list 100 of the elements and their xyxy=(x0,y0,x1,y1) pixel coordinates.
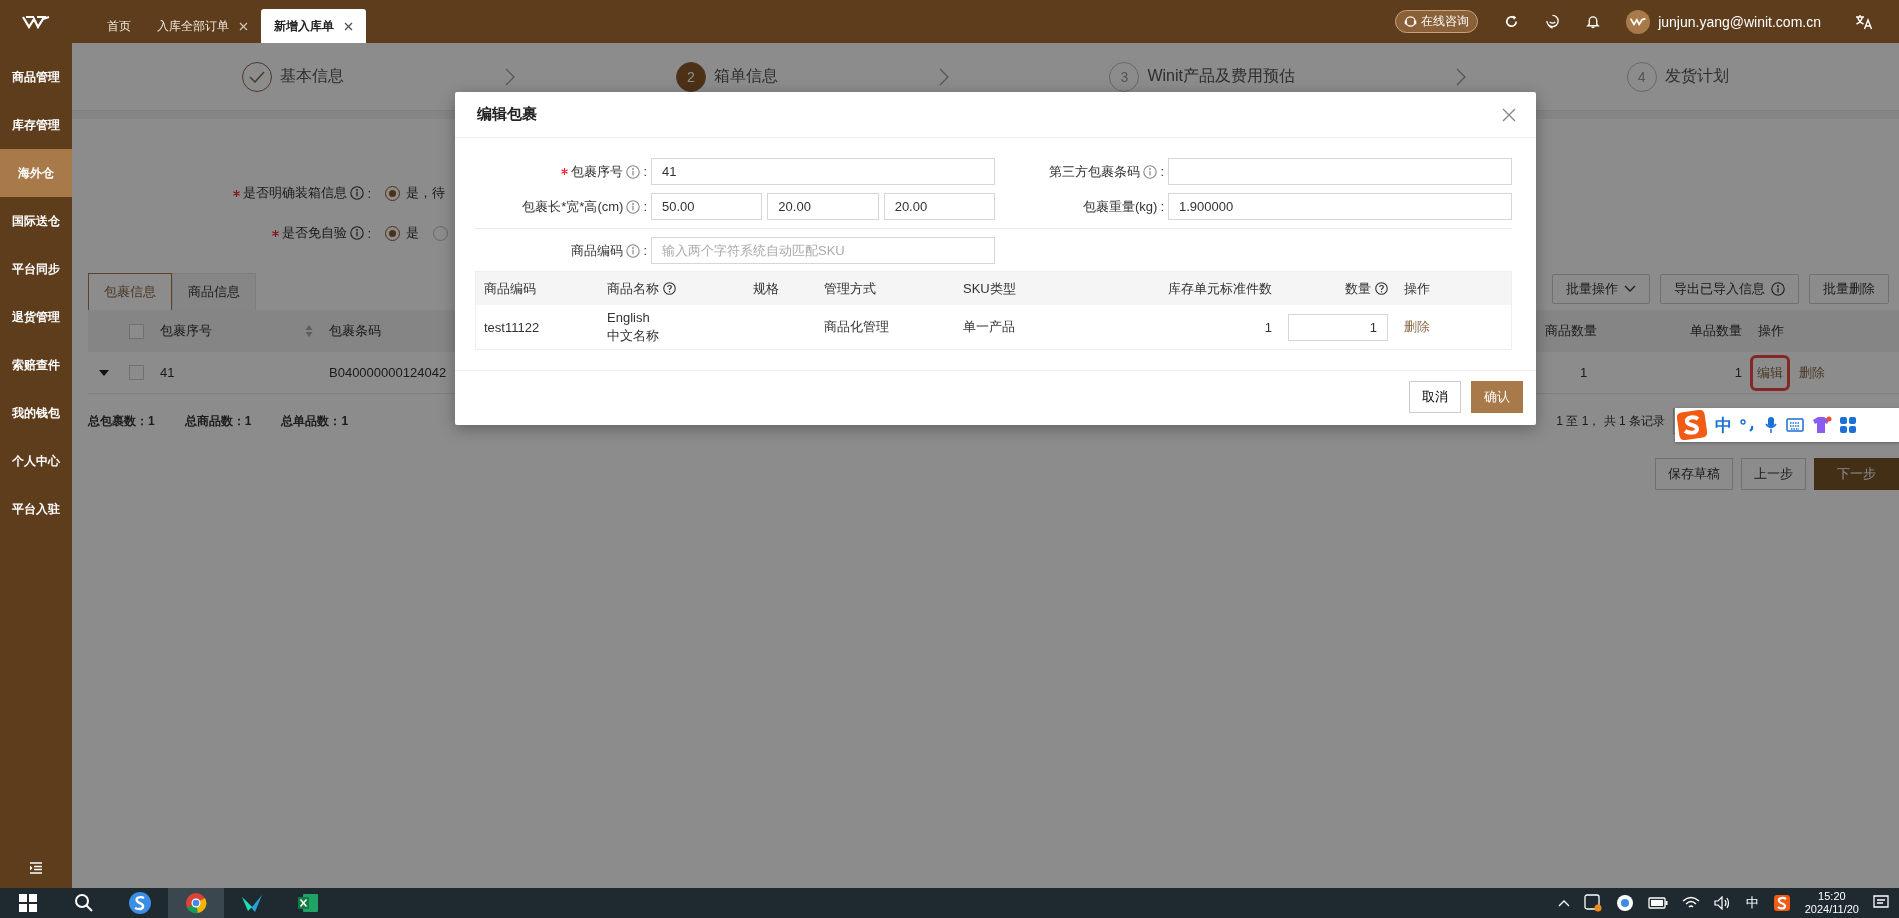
page-tab[interactable]: 入库全部订单 xyxy=(144,9,261,43)
browser-tray-icon[interactable] xyxy=(1615,894,1634,912)
field-label: 包裹长*宽*高(cm) xyxy=(522,197,624,216)
chevron-down-icon xyxy=(1624,285,1636,293)
table-cell-text: 1 xyxy=(1733,365,1743,380)
input-field[interactable]: 50.00 xyxy=(651,193,763,220)
column-header: 包裹条码 xyxy=(329,322,381,340)
chevron-up-icon[interactable] xyxy=(1557,899,1570,907)
pagination-info: 1 至 1， 共 1 条记录 xyxy=(1556,412,1665,430)
app-tray-icon[interactable] xyxy=(1583,894,1602,912)
content-tab[interactable]: 商品信息 xyxy=(172,273,256,310)
product-name: English xyxy=(607,309,651,325)
clock[interactable]: 15:20 2024/11/20 xyxy=(1804,890,1859,916)
chevron-right-icon xyxy=(1455,67,1466,86)
smiley-icon[interactable] xyxy=(1545,14,1561,29)
table-cell: test11122 xyxy=(484,319,540,335)
notification-icon[interactable] xyxy=(1873,895,1889,911)
column-header: 库存单元标准件数 xyxy=(1168,279,1272,298)
table-cell: 商品化管理 xyxy=(824,318,889,336)
input-field[interactable]: 20.00 xyxy=(883,193,995,220)
keyboard-icon[interactable] xyxy=(1786,418,1804,432)
user-email[interactable]: junjun.yang@winit.com.cn xyxy=(1658,13,1821,30)
close-icon[interactable] xyxy=(344,21,353,31)
input-field[interactable]: 41 xyxy=(651,158,995,185)
column-header: 数量 xyxy=(1345,279,1371,298)
quantity-field[interactable]: 1 xyxy=(1288,313,1388,341)
field-label: 包裹重量(kg) xyxy=(1083,197,1158,216)
toolbar-button[interactable]: 批量操作 xyxy=(1552,274,1650,304)
sidebar-item[interactable]: 我的钱包 xyxy=(0,389,72,437)
punctuation-icon[interactable] xyxy=(1740,417,1756,433)
colon: : xyxy=(367,225,371,241)
sidebar-item[interactable]: 个人中心 xyxy=(0,437,72,485)
input-field[interactable]: 1.900000 xyxy=(1168,193,1512,220)
sidebar-item[interactable]: 索赔查件 xyxy=(0,341,72,389)
apps-grid-icon[interactable] xyxy=(1840,417,1856,433)
input-language-indicator[interactable]: 中 xyxy=(1745,894,1759,912)
close-icon[interactable] xyxy=(1502,107,1516,122)
sidebar-item[interactable]: 库存管理 xyxy=(0,101,72,149)
step-label: Winit产品及费用预估 xyxy=(1147,66,1295,86)
toolbar-button[interactable]: 批量删除 xyxy=(1809,274,1889,304)
input-field[interactable]: 20.00 xyxy=(767,193,879,220)
field-label: 包裹序号 xyxy=(571,162,624,181)
table-cell: 1 xyxy=(1264,319,1272,335)
dialog-title: 编辑包裹 xyxy=(477,105,537,124)
footer-button[interactable]: 保存草稿 xyxy=(1655,458,1733,490)
online-consult-button[interactable]: 在线咨询 xyxy=(1395,10,1479,33)
colon: : xyxy=(643,243,647,258)
page-tab[interactable]: 新增入库单 xyxy=(261,9,366,43)
wifi-icon[interactable] xyxy=(1681,896,1700,910)
table-cell: 单一产品 xyxy=(963,318,1015,336)
delete-link[interactable]: 删除 xyxy=(1404,318,1430,336)
step-label: 基本信息 xyxy=(280,66,345,86)
column-header: 管理方式 xyxy=(824,279,876,298)
bell-icon[interactable] xyxy=(1586,14,1601,29)
sogou-tray-icon[interactable] xyxy=(1772,894,1791,912)
toolbar-button[interactable]: 导出已导入信息 xyxy=(1660,274,1799,304)
expanded-caret-icon[interactable] xyxy=(99,367,109,378)
footer-button[interactable]: 上一步 xyxy=(1741,458,1806,490)
select-all-checkbox[interactable] xyxy=(128,323,144,339)
table-cell-text: 41 xyxy=(159,365,176,380)
shirt-icon[interactable] xyxy=(1812,416,1832,434)
microphone-icon[interactable] xyxy=(1764,416,1778,434)
chrome-icon[interactable] xyxy=(168,888,224,918)
headset-icon xyxy=(1404,15,1418,28)
clock-date: 2024/11/20 xyxy=(1804,903,1859,916)
column-header: 单品数量 xyxy=(1690,322,1742,340)
input-mode-indicator[interactable]: 中 xyxy=(1715,413,1732,437)
product-name: 中文名称 xyxy=(607,326,659,345)
sidebar-item[interactable]: 退货管理 xyxy=(0,293,72,341)
chevron-right-icon xyxy=(505,67,516,86)
field-label: 是否明确装箱信息 xyxy=(243,184,348,202)
sidebar-item[interactable]: 平台入驻 xyxy=(0,485,72,533)
menu-collapse-icon[interactable] xyxy=(29,862,43,874)
product-code-field[interactable]: 输入两个字符系统自动匹配SKU xyxy=(651,237,995,264)
refresh-icon[interactable] xyxy=(1504,14,1520,29)
translate-icon[interactable] xyxy=(1855,13,1873,30)
column-header: 包裹序号 xyxy=(160,322,212,340)
sogou-logo-icon[interactable] xyxy=(1677,410,1707,440)
sidebar-item[interactable]: 国际送仓 xyxy=(0,197,72,245)
sidebar-item[interactable]: 海外仓 xyxy=(0,149,72,197)
row-checkbox[interactable] xyxy=(128,365,144,380)
speaker-icon[interactable] xyxy=(1713,896,1732,910)
table-cell-text: B040000000124042 xyxy=(328,365,448,380)
sidebar-item[interactable]: 商品管理 xyxy=(0,53,72,101)
step-number: 2 xyxy=(675,61,706,92)
footer-button[interactable]: 下一步 xyxy=(1814,458,1899,490)
battery-icon[interactable] xyxy=(1647,897,1668,909)
summary-count: 总商品数：1 xyxy=(184,412,252,430)
column-header: 规格 xyxy=(753,279,779,298)
logo-icon xyxy=(22,14,50,29)
dialog-button[interactable]: 取消 xyxy=(1409,381,1461,413)
sidebar-item[interactable]: 平台同步 xyxy=(0,245,72,293)
dialog-button[interactable]: 确认 xyxy=(1471,381,1523,413)
avatar-logo-icon[interactable] xyxy=(1626,9,1651,34)
colon: : xyxy=(643,199,647,214)
summary-count: 总包裹数：1 xyxy=(88,412,155,430)
page-tab[interactable]: 首页 xyxy=(94,9,144,43)
input-field[interactable] xyxy=(1168,158,1512,185)
column-header: 操作 xyxy=(1404,279,1430,298)
field-label: 第三方包裹条码 xyxy=(1049,162,1141,181)
